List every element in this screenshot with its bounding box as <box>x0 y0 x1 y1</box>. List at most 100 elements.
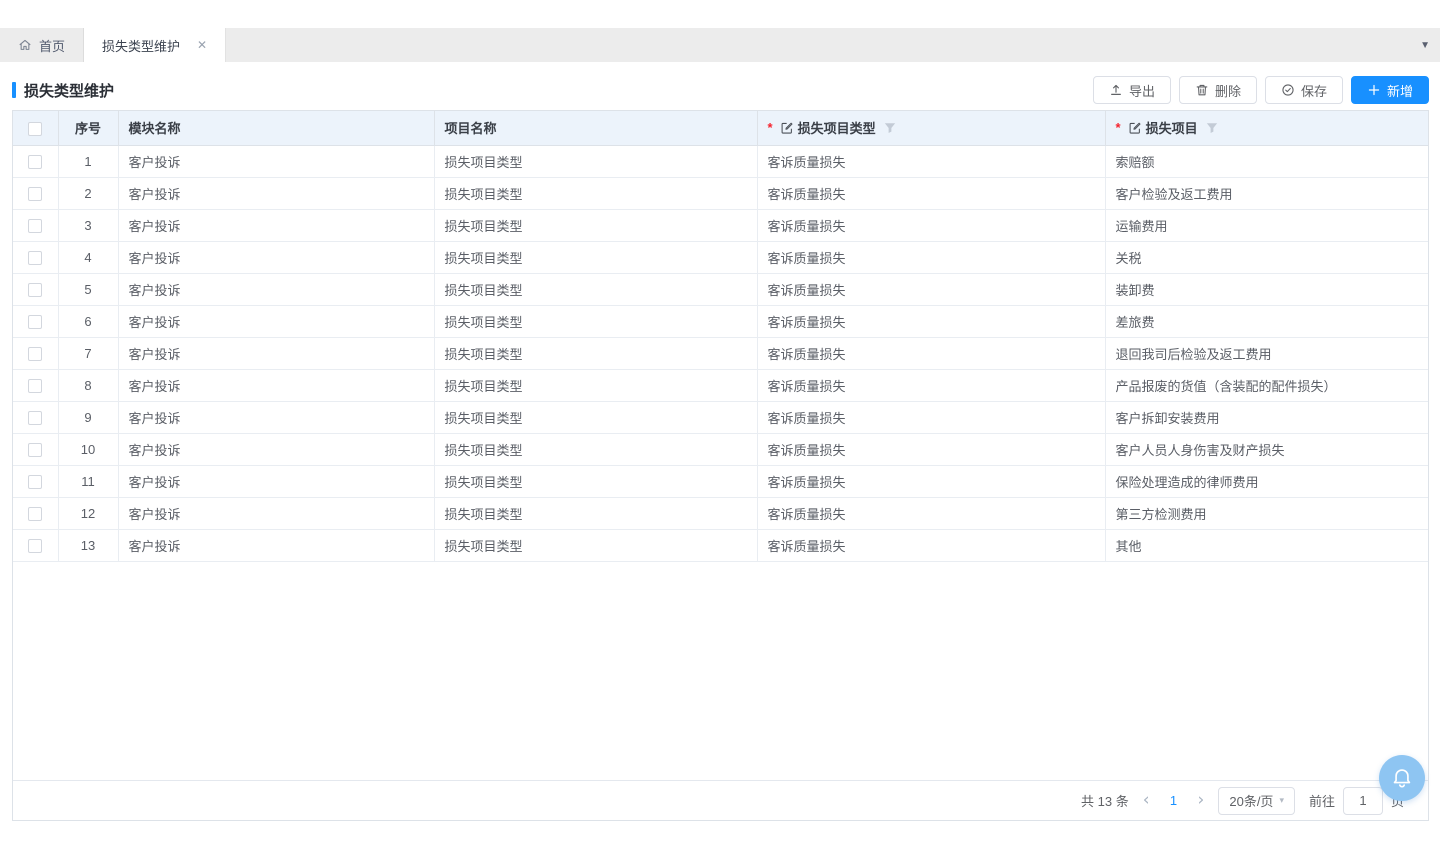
cell-module: 客户投诉 <box>118 145 434 177</box>
row-checkbox[interactable] <box>28 155 42 169</box>
cell-module: 客户投诉 <box>118 177 434 209</box>
row-checkbox[interactable] <box>28 539 42 553</box>
goto-label: 前往 <box>1309 791 1335 810</box>
row-checkbox[interactable] <box>28 219 42 233</box>
cell-loss-type: 客诉质量损失 <box>757 209 1105 241</box>
row-checkbox[interactable] <box>28 251 42 265</box>
row-checkbox[interactable] <box>28 411 42 425</box>
cell-loss-type: 客诉质量损失 <box>757 305 1105 337</box>
cell-module: 客户投诉 <box>118 497 434 529</box>
cell-module: 客户投诉 <box>118 369 434 401</box>
row-checkbox[interactable] <box>28 379 42 393</box>
select-all-checkbox[interactable] <box>28 122 42 136</box>
cell-loss-item: 客户检验及返工费用 <box>1105 177 1428 209</box>
table-row: 2客户投诉损失项目类型客诉质量损失客户检验及返工费用 <box>13 177 1428 209</box>
cell-checkbox <box>13 337 58 369</box>
tab-home[interactable]: 首页 <box>0 28 84 62</box>
table-empty-area <box>13 562 1428 781</box>
bell-icon <box>1391 767 1413 789</box>
cell-loss-item: 装卸费 <box>1105 273 1428 305</box>
cell-loss-type: 客诉质量损失 <box>757 145 1105 177</box>
filter-icon[interactable] <box>1206 122 1218 134</box>
column-header-loss-item: * 损失项目 <box>1105 111 1428 145</box>
cell-index: 13 <box>58 529 118 561</box>
cell-module: 客户投诉 <box>118 465 434 497</box>
cell-project: 损失项目类型 <box>434 497 757 529</box>
edit-icon <box>780 121 794 135</box>
cell-index: 5 <box>58 273 118 305</box>
goto-page-input[interactable] <box>1343 787 1383 815</box>
tab-bar: 首页 损失类型维护 ✕ ▼ <box>0 28 1440 62</box>
row-checkbox[interactable] <box>28 315 42 329</box>
cell-index: 6 <box>58 305 118 337</box>
add-button[interactable]: 新增 <box>1351 76 1429 104</box>
table-row: 1客户投诉损失项目类型客诉质量损失索赔额 <box>13 145 1428 177</box>
delete-button[interactable]: 删除 <box>1179 76 1257 104</box>
filter-icon[interactable] <box>884 122 896 134</box>
required-mark: * <box>1116 120 1121 135</box>
cell-index: 9 <box>58 401 118 433</box>
prev-page-icon[interactable]: ‹ <box>1143 792 1150 809</box>
table-row: 4客户投诉损失项目类型客诉质量损失关税 <box>13 241 1428 273</box>
cell-checkbox <box>13 433 58 465</box>
tab-loss-type-maintenance[interactable]: 损失类型维护 ✕ <box>84 28 226 62</box>
cell-loss-type: 客诉质量损失 <box>757 337 1105 369</box>
table-row: 6客户投诉损失项目类型客诉质量损失差旅费 <box>13 305 1428 337</box>
export-button[interactable]: 导出 <box>1093 76 1171 104</box>
table-row: 11客户投诉损失项目类型客诉质量损失保险处理造成的律师费用 <box>13 465 1428 497</box>
notification-fab[interactable] <box>1379 755 1425 801</box>
column-header-project: 项目名称 <box>434 111 757 145</box>
row-checkbox[interactable] <box>28 187 42 201</box>
tab-list-dropdown-icon[interactable]: ▼ <box>1420 28 1430 62</box>
cell-index: 2 <box>58 177 118 209</box>
cell-loss-item: 索赔额 <box>1105 145 1428 177</box>
cell-module: 客户投诉 <box>118 241 434 273</box>
table-row: 3客户投诉损失项目类型客诉质量损失运输费用 <box>13 209 1428 241</box>
row-checkbox[interactable] <box>28 283 42 297</box>
pagination: 共 13 条 ‹ 1 › 20条/页 ▾ 前往 页 <box>13 780 1428 820</box>
cell-index: 1 <box>58 145 118 177</box>
cell-checkbox <box>13 241 58 273</box>
cell-module: 客户投诉 <box>118 209 434 241</box>
cell-loss-item: 保险处理造成的律师费用 <box>1105 465 1428 497</box>
home-icon <box>18 38 32 52</box>
cell-checkbox <box>13 497 58 529</box>
row-checkbox[interactable] <box>28 443 42 457</box>
cell-loss-item: 客户人员人身伤害及财产损失 <box>1105 433 1428 465</box>
cell-module: 客户投诉 <box>118 273 434 305</box>
next-page-icon[interactable]: › <box>1198 792 1205 809</box>
cell-project: 损失项目类型 <box>434 177 757 209</box>
table-row: 7客户投诉损失项目类型客诉质量损失退回我司后检验及返工费用 <box>13 337 1428 369</box>
cell-index: 7 <box>58 337 118 369</box>
cell-module: 客户投诉 <box>118 529 434 561</box>
row-checkbox[interactable] <box>28 347 42 361</box>
cell-project: 损失项目类型 <box>434 305 757 337</box>
cell-index: 3 <box>58 209 118 241</box>
cell-index: 11 <box>58 465 118 497</box>
row-checkbox[interactable] <box>28 475 42 489</box>
cell-project: 损失项目类型 <box>434 529 757 561</box>
cell-index: 10 <box>58 433 118 465</box>
cell-loss-type: 客诉质量损失 <box>757 497 1105 529</box>
table-row: 13客户投诉损失项目类型客诉质量损失其他 <box>13 529 1428 561</box>
save-button[interactable]: 保存 <box>1265 76 1343 104</box>
cell-checkbox <box>13 465 58 497</box>
cell-loss-item: 客户拆卸安装费用 <box>1105 401 1428 433</box>
table-row: 5客户投诉损失项目类型客诉质量损失装卸费 <box>13 273 1428 305</box>
table-row: 8客户投诉损失项目类型客诉质量损失产品报废的货值（含装配的配件损失） <box>13 369 1428 401</box>
page-size-select[interactable]: 20条/页 ▾ <box>1218 787 1295 815</box>
cell-checkbox <box>13 369 58 401</box>
cell-project: 损失项目类型 <box>434 241 757 273</box>
cell-loss-item: 关税 <box>1105 241 1428 273</box>
cell-project: 损失项目类型 <box>434 401 757 433</box>
tab-close-icon[interactable]: ✕ <box>197 39 207 51</box>
cell-module: 客户投诉 <box>118 401 434 433</box>
cell-project: 损失项目类型 <box>434 369 757 401</box>
title-accent-bar <box>12 82 16 98</box>
cell-checkbox <box>13 177 58 209</box>
current-page-number[interactable]: 1 <box>1164 793 1184 808</box>
cell-checkbox <box>13 529 58 561</box>
cell-project: 损失项目类型 <box>434 433 757 465</box>
row-checkbox[interactable] <box>28 507 42 521</box>
cell-loss-item: 运输费用 <box>1105 209 1428 241</box>
